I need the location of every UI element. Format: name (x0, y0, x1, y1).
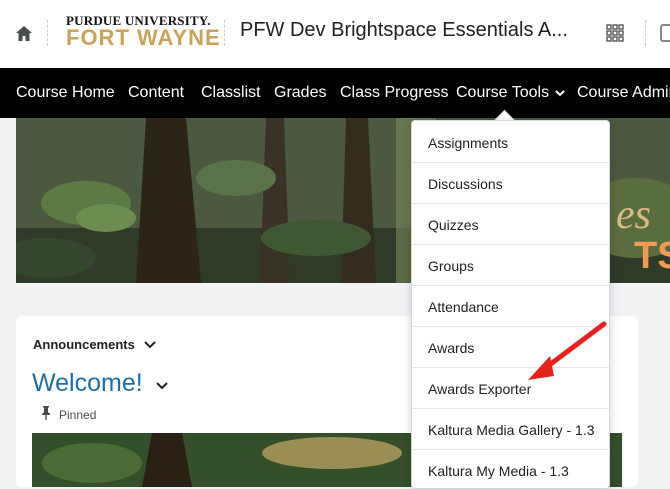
home-icon[interactable] (14, 24, 34, 44)
nav-course-tools-label: Course Tools (456, 84, 550, 101)
nav-class-progress[interactable]: Class Progress (340, 84, 448, 102)
message-icon[interactable] (660, 24, 670, 42)
menu-item-quizzes[interactable]: Quizzes (412, 205, 609, 245)
annotation-arrow-icon (528, 321, 607, 380)
menu-item-assignments[interactable]: Assignments (412, 123, 609, 163)
nav-course-admin[interactable]: Course Admin (577, 84, 670, 102)
chevron-down-icon[interactable] (144, 341, 156, 349)
nav-course-tools[interactable]: Course Tools (456, 84, 565, 102)
apps-grid-icon[interactable] (606, 24, 624, 42)
announcement-title[interactable]: Welcome! (32, 369, 143, 398)
course-header: PURDUE UNIVERSITY. FORT WAYNE PFW Dev Br… (0, 0, 670, 69)
svg-text:TS: TS (634, 235, 670, 277)
nav-grades[interactable]: Grades (274, 84, 326, 102)
pin-icon (42, 406, 50, 420)
nav-classlist[interactable]: Classlist (201, 84, 261, 102)
menu-item-kaltura-media-gallery[interactable]: Kaltura Media Gallery - 1.3 (412, 410, 609, 450)
nav-content[interactable]: Content (128, 84, 184, 102)
menu-item-kaltura-my-media[interactable]: Kaltura My Media - 1.3 (412, 451, 609, 488)
chevron-down-icon (555, 90, 565, 97)
header-divider (47, 20, 49, 46)
nav-course-home[interactable]: Course Home (16, 84, 115, 102)
course-title[interactable]: PFW Dev Brightspace Essentials A... (240, 19, 568, 42)
header-divider (645, 20, 647, 46)
menu-item-discussions[interactable]: Discussions (412, 164, 609, 204)
logo-campus-line[interactable]: FORT WAYNE (66, 26, 221, 50)
chevron-down-icon[interactable] (156, 382, 168, 390)
header-divider (224, 20, 226, 46)
course-navbar: Course Home Content Classlist Grades Cla… (0, 68, 670, 118)
svg-text:es: es (616, 192, 651, 238)
widget-title: Announcements (33, 337, 135, 352)
menu-item-groups[interactable]: Groups (412, 246, 609, 286)
course-tools-dropdown: Assignments Discussions Quizzes Groups A… (411, 120, 610, 489)
pinned-label: Pinned (59, 408, 97, 422)
